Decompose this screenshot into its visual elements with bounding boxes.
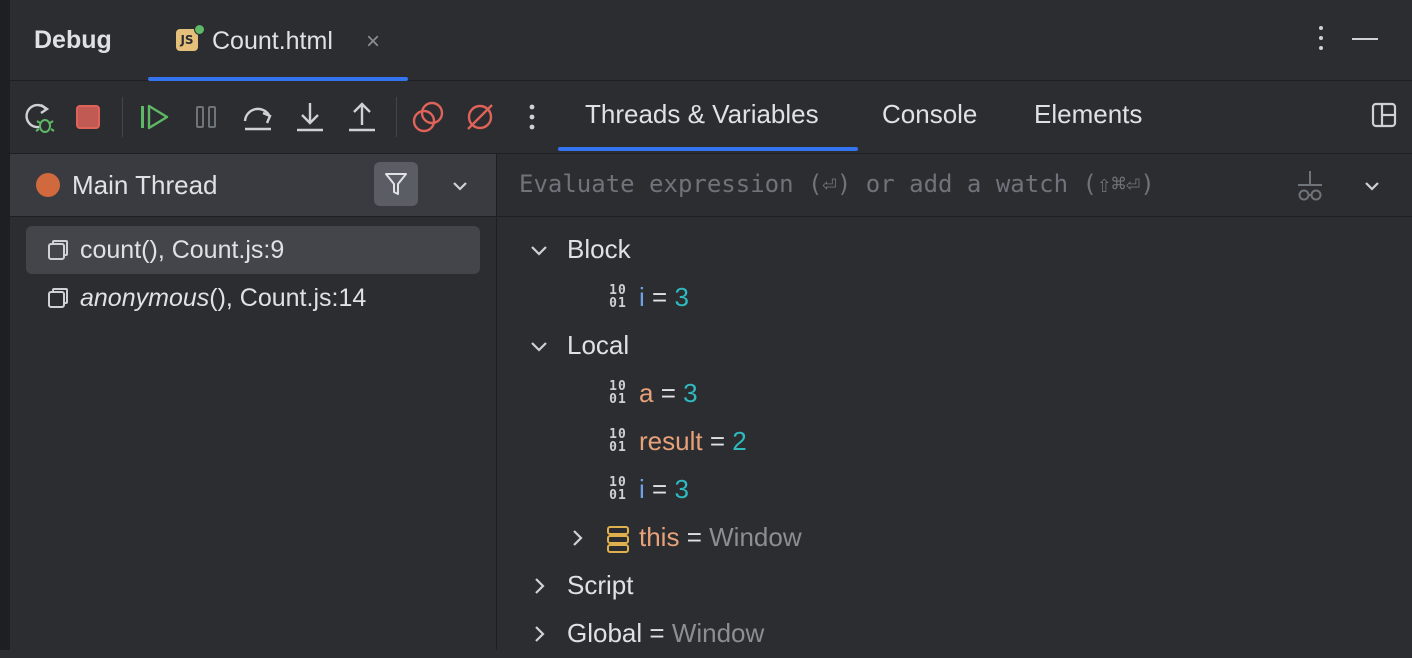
debug-toolbar: Threads & Variables Console Elements [10,81,1412,154]
scope-global[interactable]: Global = Window [527,610,927,658]
variable-value: 2 [732,426,747,456]
chevron-down-icon[interactable] [527,334,551,358]
variable-text: a = 3 [639,378,698,408]
suspended-thread-icon [36,173,60,197]
variable-text: i = 3 [639,474,689,504]
file-tab-label: Count.html [212,27,333,55]
file-tab-count-html[interactable]: JS Count.html × [148,0,408,81]
primitive-value-icon: 10 01 [609,283,627,311]
variable-row-this[interactable]: this = Window [565,514,965,562]
frame-label: count(), Count.js:9 [80,236,284,265]
add-watch-icon[interactable] [1294,168,1326,202]
scope-value: Window [671,618,765,648]
variables-panel: Block 1001 i = 3 Local 1001 a = 3 1001 r… [497,154,1412,650]
variable-name: i [639,282,645,312]
more-icon[interactable] [514,99,550,135]
variable-text: result = 2 [639,426,747,456]
scope-label: Block [567,234,631,264]
window-frame-edge [0,0,10,650]
toolbar-separator [396,97,397,137]
variable-value: 3 [683,378,698,408]
stack-frame-icon [48,288,68,308]
stack-frame-item[interactable]: anonymous(), Count.js:14 [26,274,480,322]
thread-name: Main Thread [72,170,218,200]
variable-value: Window [709,522,802,552]
mute-breakpoints-icon[interactable] [462,99,498,135]
chevron-right-icon[interactable] [527,574,551,598]
chevron-down-icon[interactable] [527,238,551,262]
frame-location: (), Count.js:9 [141,236,285,264]
scope-label: Local [567,330,630,360]
variable-name: this [639,522,680,552]
step-out-icon[interactable] [344,99,380,135]
frame-label: anonymous(), Count.js:14 [80,284,366,313]
step-into-icon[interactable] [292,99,328,135]
frames-panel: Main Thread count(), Count.js:9 anonymou… [10,154,497,650]
evaluate-expression-input[interactable] [519,170,1259,198]
stack-frame-icon [48,240,68,260]
rerun-icon[interactable] [20,99,56,135]
pause-icon[interactable] [188,99,224,135]
primitive-value-icon: 10 01 [609,379,627,407]
stack-frame-item[interactable]: count(), Count.js:9 [26,226,480,274]
chevron-right-icon[interactable] [565,526,589,550]
step-over-icon[interactable] [240,99,276,135]
minimize-icon[interactable] [1352,38,1378,40]
frame-function-name: count [80,236,142,264]
scope-label: Script [567,570,634,600]
active-tab-indicator [558,147,858,151]
variable-text: i = 3 [639,282,689,312]
stop-icon[interactable] [70,99,106,135]
variable-name: i [639,474,645,504]
toolbar-separator [122,97,123,137]
filter-frames-button[interactable] [374,162,418,206]
chevron-down-icon[interactable] [1360,174,1384,198]
tab-console[interactable]: Console [882,99,977,130]
view-breakpoints-icon[interactable] [410,99,446,135]
resume-icon[interactable] [136,99,172,135]
tool-window-title: Debug [34,26,112,54]
thread-selector[interactable]: Main Thread [10,154,496,217]
debug-header: Debug JS Count.html × [10,0,1412,81]
scope-label: Global = Window [567,618,765,648]
tab-elements[interactable]: Elements [1034,99,1142,130]
options-menu-icon[interactable] [1318,26,1324,54]
primitive-value-icon: 10 01 [609,427,627,455]
frame-function-name: anonymous [80,284,210,312]
primitive-value-icon: 10 01 [609,475,627,503]
object-value-icon [607,526,629,553]
variable-text: this = Window [639,522,802,552]
chevron-right-icon[interactable] [527,622,551,646]
variable-name: result [639,426,703,456]
frame-location: (), Count.js:14 [209,284,367,312]
evaluate-bar [497,154,1412,217]
variable-name: a [639,378,654,408]
variable-value: 3 [674,474,689,504]
chevron-down-icon[interactable] [448,174,472,198]
filter-icon [385,173,407,195]
close-tab-icon[interactable]: × [366,28,380,56]
running-indicator-icon [194,24,205,35]
tab-threads-variables[interactable]: Threads & Variables [585,99,819,130]
variable-value: 3 [674,282,689,312]
layout-settings-icon[interactable] [1370,101,1398,129]
